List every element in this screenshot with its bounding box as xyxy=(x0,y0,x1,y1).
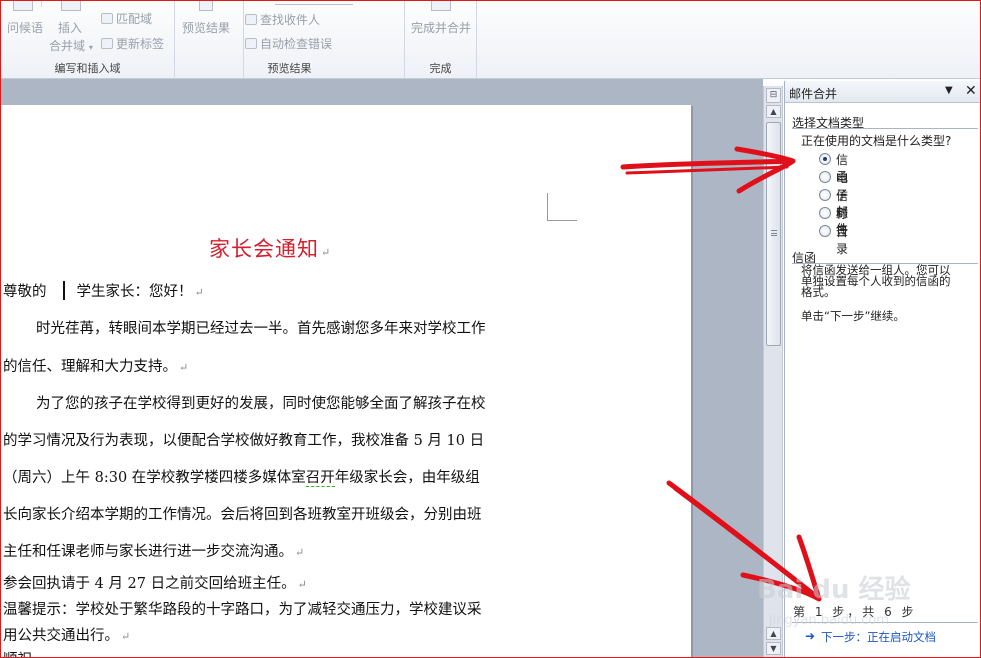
group-label: 完成 xyxy=(429,62,452,75)
scroll-thumb[interactable] xyxy=(766,122,781,346)
next-page-button[interactable]: ▼ xyxy=(766,642,781,655)
watermark-url: jingyan.baidu.com xyxy=(769,613,889,628)
body-line[interactable]: 参会回执请于 4 月 27 日之前交回给班主任。 ↵ xyxy=(3,572,307,593)
pane-title: 邮件合并 xyxy=(789,87,838,101)
description-line: 格式。 xyxy=(801,285,836,299)
body-line[interactable]: 长向家长介绍本学期的工作情况。会后将回到各班教室开班级会，分别由班 xyxy=(3,503,482,524)
pane-options-dropdown[interactable]: ▼ xyxy=(945,85,953,96)
radio-label: 目录 xyxy=(836,225,849,256)
body-line[interactable]: 主任和任课老师与家长进行进一步交流沟通。 ↵ xyxy=(3,540,304,561)
doc-type-question: 正在使用的文档是什么类型? xyxy=(801,134,952,148)
auto-check-icon xyxy=(245,38,257,49)
ruler-toggle-icon[interactable]: ⊟ xyxy=(766,88,781,103)
document-page[interactable]: 家长会通知 ↵ 尊敬的 学生家长：您好！ ↵ 时光荏苒，转眼间本学期已经过去一半。首先… xyxy=(1,105,691,657)
insert-merge-field-button[interactable]: 插入 xyxy=(58,19,82,36)
greeting-line-button[interactable]: 问候语 xyxy=(7,19,43,36)
paragraph-mark: ↵ xyxy=(121,630,131,643)
finish-merge-button[interactable]: 完成并合并 xyxy=(411,19,471,36)
scroll-up-button[interactable]: ▲ xyxy=(766,105,781,118)
ribbon-group-finish: 完成并合并 完成 xyxy=(405,1,477,79)
auto-check-label: 自动检查错误 xyxy=(260,37,333,51)
finish-merge-icon xyxy=(431,1,451,11)
radio-button[interactable] xyxy=(819,225,831,237)
chevron-down-icon: ▾ xyxy=(88,43,93,52)
update-labels-label: 更新标签 xyxy=(116,37,165,51)
body-line[interactable]: 的信任、理解和大力支持。 ↵ xyxy=(3,355,188,376)
paragraph-mark: ↵ xyxy=(295,546,305,559)
close-icon[interactable]: ✕ xyxy=(965,83,977,99)
find-recipient-icon xyxy=(245,14,257,25)
record-box xyxy=(275,1,353,5)
radio-button[interactable] xyxy=(819,153,831,165)
salutation-before: 尊敬的 xyxy=(3,284,47,300)
ribbon-separator xyxy=(41,1,42,7)
body-line[interactable]: 时光荏苒，转眼间本学期已经过去一半。首先感谢您多年来对学校工作 xyxy=(36,317,486,338)
watermark-text: Bai du 经验 xyxy=(757,575,911,605)
find-recipient-label: 查找收件人 xyxy=(260,13,321,27)
find-recipient-button[interactable]: 查找收件人 xyxy=(245,11,320,28)
instruction: 单击“下一步”继续。 xyxy=(801,309,905,323)
group-label: 预览结果 xyxy=(267,62,312,75)
description: 将信函发送给一组人。您可以 单独设置每个人收到的信函的 格式。 xyxy=(801,264,973,299)
body-line-text: 的信任、理解和大力支持。 xyxy=(3,359,177,375)
app-window: 问候语 插入 合并域 ▾ 匹配域 更新标签 编写和插入域 预览结果 查找收件人 … xyxy=(0,0,981,658)
paragraph-mark: ↵ xyxy=(194,286,204,299)
body-line[interactable]: 顺祝 xyxy=(3,648,32,657)
body-line-text: 用公共交通出行。 xyxy=(3,628,119,644)
match-fields-button[interactable]: 匹配域 xyxy=(101,10,152,27)
radio-button[interactable] xyxy=(819,207,831,219)
body-line[interactable]: 温馨提示：学校处于繁华路段的十字路口，为了减轻交通压力，学校建议采 xyxy=(3,598,482,619)
match-fields-label: 匹配域 xyxy=(116,12,153,26)
watermark: Bai du 经验 jingyan.baidu.com xyxy=(751,561,931,641)
body-line-text: 主任和任课老师与家长进行进一步交流沟通。 xyxy=(3,544,293,560)
document-title-text: 家长会通知 xyxy=(209,237,319,261)
ribbon-group-write-insert: 问候语 插入 合并域 ▾ 匹配域 更新标签 编写和插入域 xyxy=(1,1,175,79)
insert-merge-field-icon xyxy=(61,1,81,11)
group-label: 编写和插入域 xyxy=(54,62,121,75)
radio-button[interactable] xyxy=(819,189,831,201)
update-labels-button[interactable]: 更新标签 xyxy=(101,35,164,52)
grammar-flag-word[interactable]: 召开 xyxy=(305,470,335,487)
insert-merge-field-dropdown[interactable]: 合并域 ▾ xyxy=(49,37,93,54)
update-labels-icon xyxy=(101,38,113,49)
salutation-after: 学生家长：您好！ xyxy=(76,284,193,300)
paragraph-mark: ↵ xyxy=(179,361,189,374)
body-line-text: 年级家长会，由年级组 xyxy=(334,470,480,486)
salutation-line[interactable]: 尊敬的 学生家长：您好！ ↵ xyxy=(3,280,204,301)
body-line[interactable]: 用公共交通出行。 ↵ xyxy=(3,624,130,645)
body-line-text: （周六）上午 8:30 在学校教学楼四楼多媒体室 xyxy=(3,470,306,486)
section-divider xyxy=(792,128,978,129)
body-line[interactable]: （周六）上午 8:30 在学校教学楼四楼多媒体室召开年级家长会，由年级组 xyxy=(3,466,480,487)
paragraph-mark: ↵ xyxy=(297,578,307,591)
ribbon-group-preview: 预览结果 查找收件人 自动检查错误 预览结果 xyxy=(175,1,405,79)
document-title[interactable]: 家长会通知 ↵ xyxy=(209,233,331,263)
paragraph-mark: ↵ xyxy=(321,246,332,259)
body-line[interactable]: 为了您的孩子在学校得到更好的发展，同时使您能够全面了解孩子在校 xyxy=(36,392,486,413)
document-area[interactable]: 家长会通知 ↵ 尊敬的 学生家长：您好！ ↵ 时光荏苒，转眼间本学期已经过去一半。首先… xyxy=(1,79,763,657)
preview-results-button[interactable]: 预览结果 xyxy=(182,19,230,36)
radio-button[interactable] xyxy=(819,171,831,183)
greeting-line-icon xyxy=(13,1,33,11)
auto-check-errors-button[interactable]: 自动检查错误 xyxy=(245,35,332,52)
text-cursor xyxy=(62,281,65,300)
ribbon: 问候语 插入 合并域 ▾ 匹配域 更新标签 编写和插入域 预览结果 查找收件人 … xyxy=(1,1,980,79)
body-line-text: 参会回执请于 4 月 27 日之前交回给班主任。 xyxy=(3,576,296,592)
preview-results-icon xyxy=(199,1,213,11)
grip-icon xyxy=(771,230,777,236)
margin-crop-mark xyxy=(547,193,577,221)
merge-field-label: 合并域 xyxy=(49,39,86,53)
pane-header: 邮件合并 ▼ ✕ xyxy=(785,81,980,103)
body-line[interactable]: 的学习情况及行为表现，以便配合学校做好教育工作，我校准备 5 月 10 日 xyxy=(3,429,484,450)
match-fields-icon xyxy=(101,13,113,24)
